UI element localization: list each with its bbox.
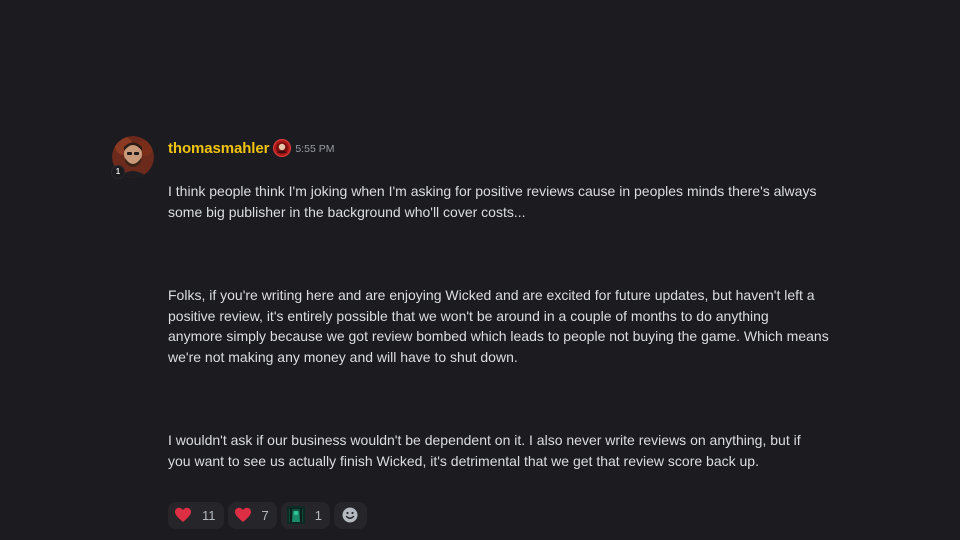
add-reaction-button[interactable] bbox=[333, 501, 367, 529]
message-paragraph-2: Folks, if you're writing here and are en… bbox=[168, 286, 829, 366]
message-body: I think people think I'm joking when I'm… bbox=[168, 160, 852, 493]
message-paragraph-3: I wouldn't ask if our business wouldn't … bbox=[168, 432, 801, 470]
reaction-heart[interactable]: 11 bbox=[168, 501, 224, 529]
username[interactable]: thomasmahler bbox=[168, 140, 269, 157]
red-heart-icon bbox=[175, 508, 191, 523]
red-heart-icon bbox=[234, 508, 251, 523]
reaction-count: 7 bbox=[261, 507, 269, 523]
message-content: thomasmahler 5:55 PM I think people thin… bbox=[168, 136, 852, 529]
reaction-custom-emoji[interactable]: 1 bbox=[280, 501, 330, 529]
chat-message: 1 thomasmahler 5:55 PM I think people th… bbox=[111, 136, 852, 529]
message-paragraph-1: I think people think I'm joking when I'm… bbox=[168, 182, 817, 220]
custom-emoji-icon bbox=[286, 506, 305, 525]
red-role-badge-icon[interactable] bbox=[273, 139, 292, 157]
reaction-heart[interactable]: 7 bbox=[227, 501, 277, 529]
avatar-container[interactable]: 1 bbox=[111, 136, 156, 180]
smiley-icon bbox=[342, 507, 358, 523]
message-header: thomasmahler 5:55 PM bbox=[168, 136, 852, 160]
reaction-count: 11 bbox=[202, 507, 216, 523]
avatar-badge: 1 bbox=[111, 165, 125, 179]
reactions-bar: 11 7 1 bbox=[168, 501, 852, 529]
message-timestamp[interactable]: 5:55 PM bbox=[295, 143, 334, 155]
reaction-count: 1 bbox=[314, 507, 322, 523]
